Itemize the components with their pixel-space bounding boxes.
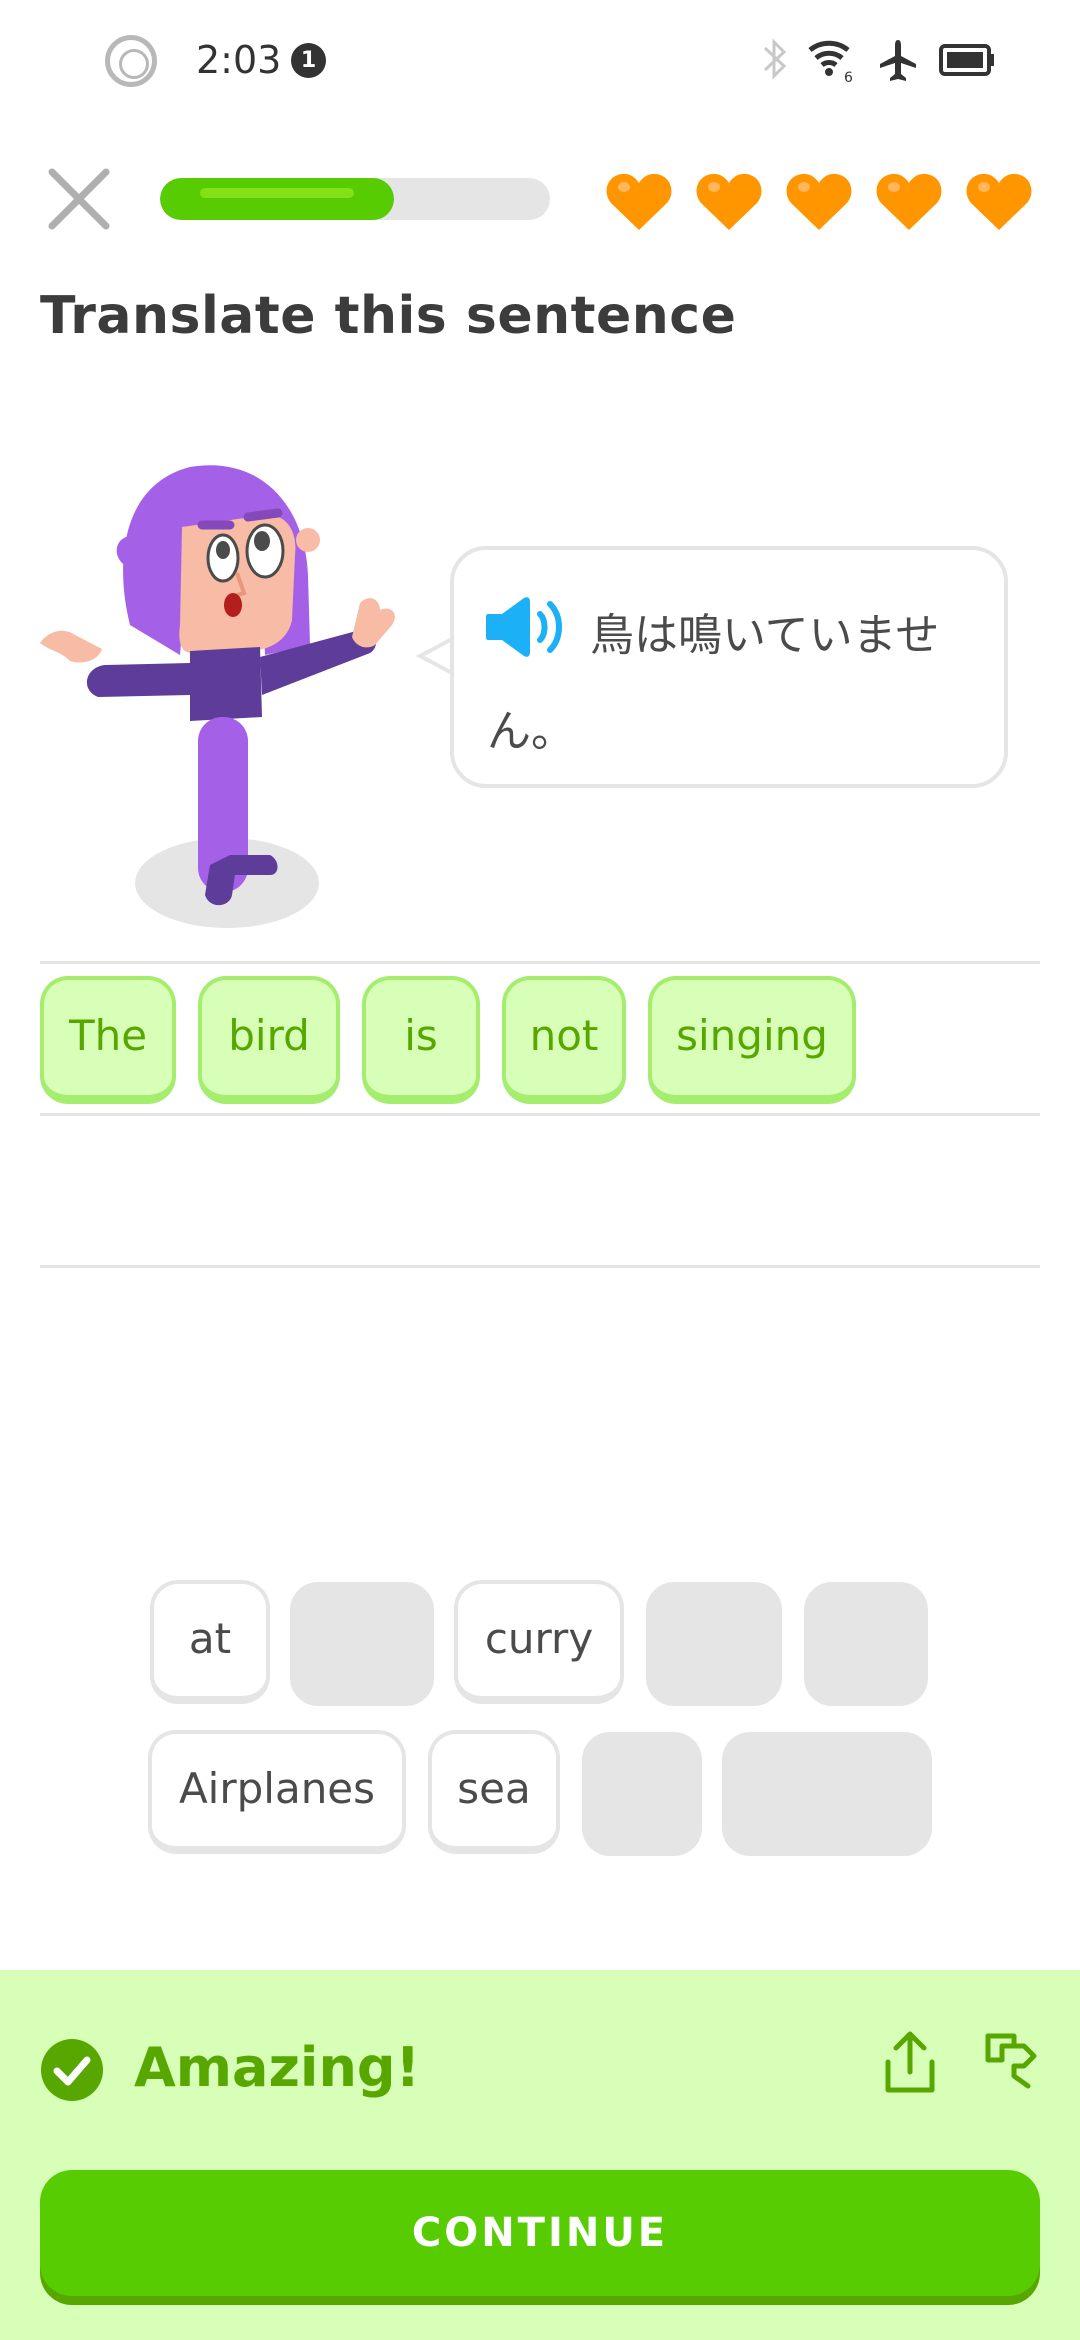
battery-icon [939,44,994,76]
bank-word-sea[interactable]: sea [428,1730,560,1854]
bank-empty-slot [804,1582,928,1706]
answer-line-bottom [40,1265,1040,1268]
close-icon [48,168,110,230]
flag-icon [985,2033,1037,2089]
status-icons: 6 [760,34,1040,86]
answer-word-bird[interactable]: bird [198,976,340,1104]
share-button[interactable] [880,2028,940,2098]
heart-icon [966,173,1032,230]
record-icon [105,35,157,87]
answer-line-middle [40,1113,1040,1116]
close-button[interactable] [44,164,114,234]
lesson-progress-bar [160,178,550,220]
answer-word-singing[interactable]: singing [648,976,856,1104]
check-circle-icon [41,2039,103,2101]
answer-word-not[interactable]: not [502,976,626,1104]
heart-icon [786,173,852,230]
progress-shine [200,188,354,198]
bank-empty-slot [646,1582,782,1706]
answer-word-is[interactable]: is [362,976,480,1104]
status-bar: 2:03 1 6 [0,0,1080,120]
heart-icon [876,173,942,230]
bank-word-curry[interactable]: curry [454,1580,624,1704]
share-icon [885,2031,935,2093]
bank-word-at[interactable]: at [150,1580,270,1704]
answer-line-top [40,961,1040,964]
airplane-icon [880,40,916,81]
feedback-title: Amazing! [134,2036,421,2099]
report-button[interactable] [980,2030,1040,2094]
bank-word-airplanes[interactable]: Airplanes [148,1730,406,1854]
wifi-label: 6 [844,70,853,86]
status-time: 2:03 [196,38,282,82]
speech-text[interactable]: 鳥は鳴いていません。 [487,588,987,780]
heart-icon [606,173,672,230]
prompt-title: Translate this sentence [40,286,737,346]
bank-empty-slot [582,1732,702,1856]
answer-word-the[interactable]: The [40,976,176,1104]
heart-icon [696,173,762,230]
continue-button[interactable]: CONTINUE [40,2170,1040,2296]
progress-fill [160,178,394,220]
bank-empty-slot [722,1732,932,1856]
notification-count-badge: 1 [291,43,326,78]
character-illustration [40,465,395,928]
bluetooth-icon [763,38,787,80]
bank-empty-slot [290,1582,434,1706]
wifi-icon: 6 [808,40,853,86]
